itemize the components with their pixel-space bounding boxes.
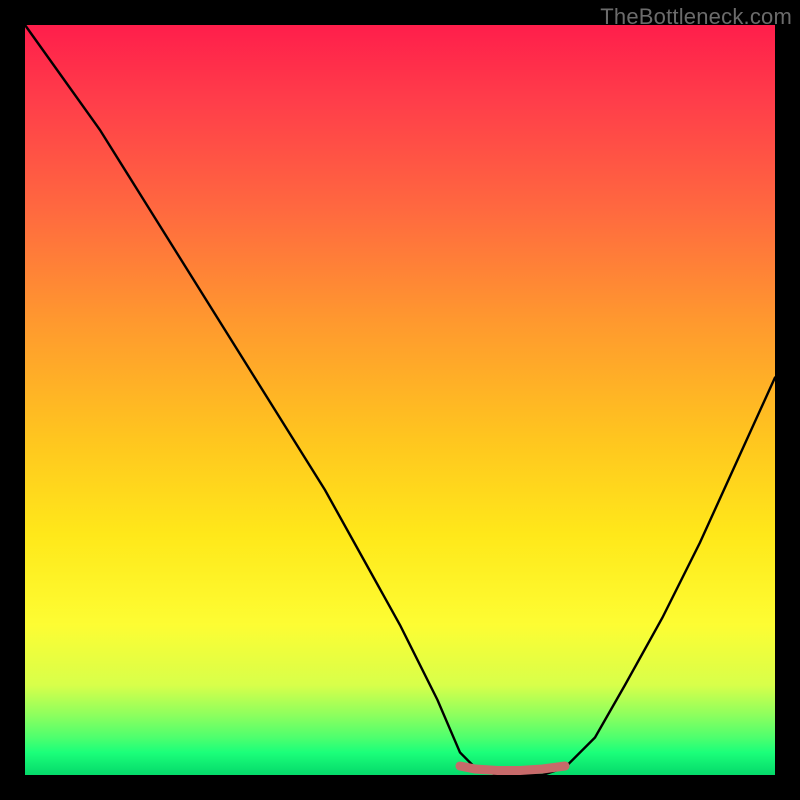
plot-area bbox=[25, 25, 775, 775]
curve-layer bbox=[25, 25, 775, 775]
bottleneck-curve bbox=[25, 25, 775, 775]
watermark-text: TheBottleneck.com bbox=[600, 4, 792, 30]
optimal-band-marker bbox=[460, 766, 565, 771]
chart-frame: TheBottleneck.com bbox=[0, 0, 800, 800]
